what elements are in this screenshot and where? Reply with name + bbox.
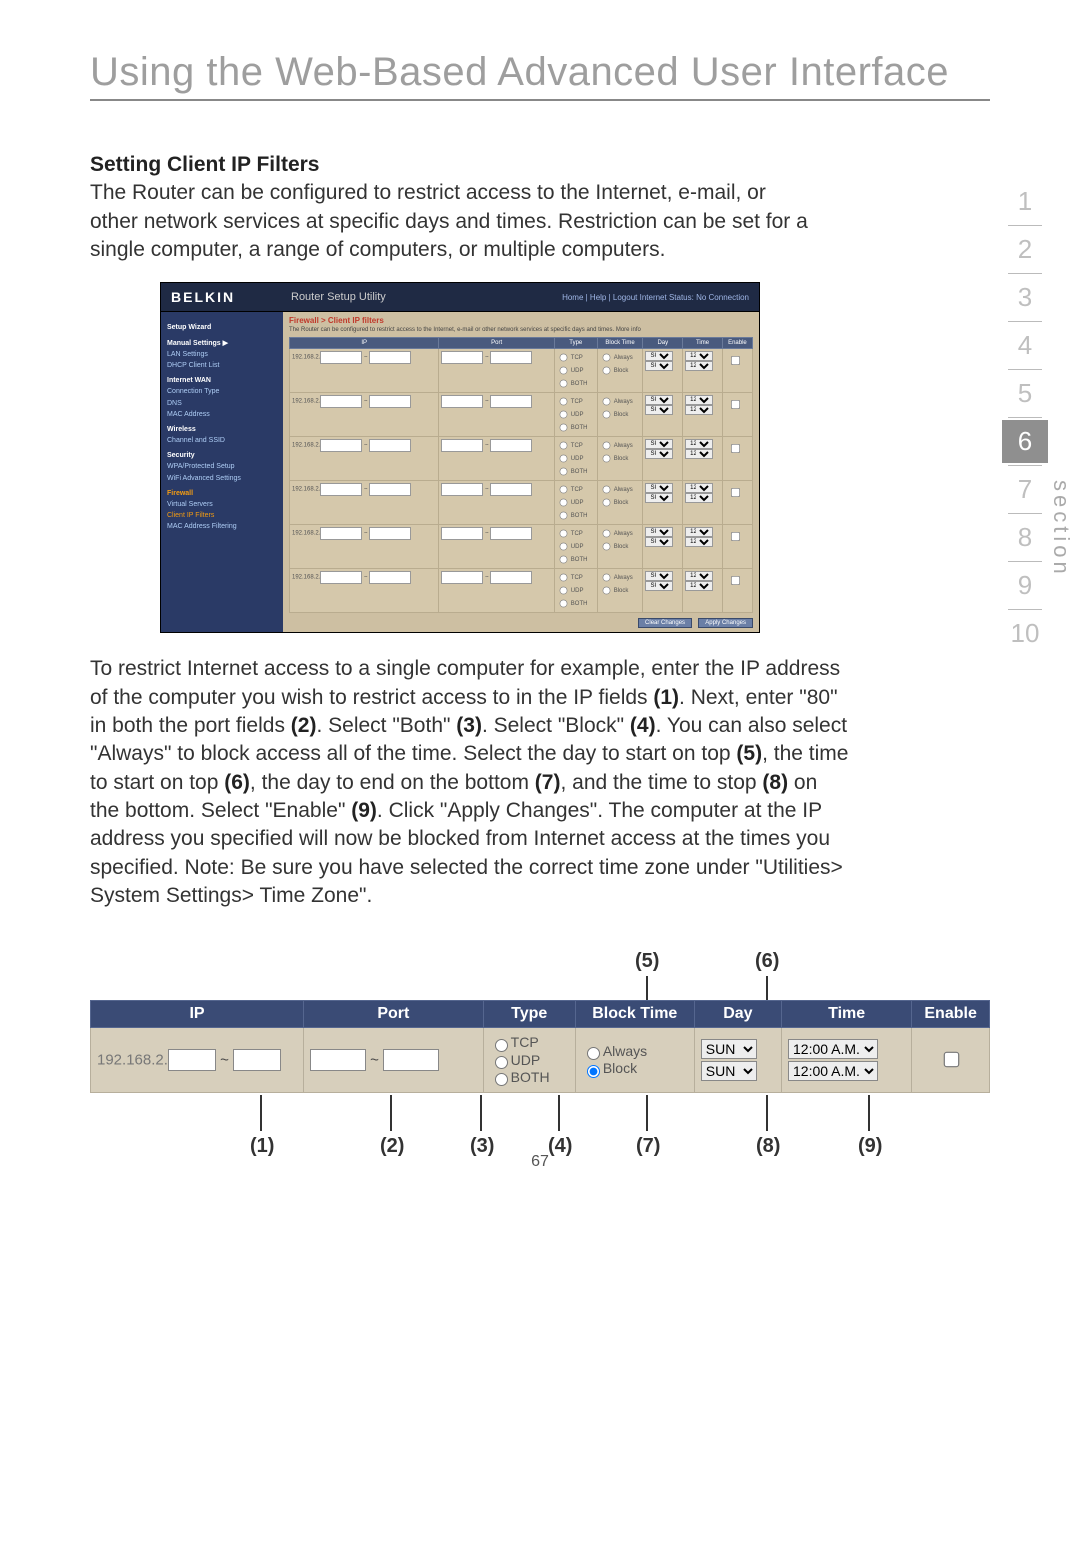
section-label: section	[1048, 480, 1074, 578]
callout-5: (5)	[635, 950, 659, 973]
brand-logo: BELKIN	[171, 289, 271, 305]
intro-text: The Router can be configured to restrict…	[90, 181, 808, 261]
nav-8[interactable]: 8	[1002, 516, 1048, 559]
breadcrumb: Firewall > Client IP filters	[289, 316, 753, 325]
screenshot-desc: The Router can be configured to restrict…	[289, 327, 753, 333]
nav-6[interactable]: 6	[1002, 420, 1048, 463]
nav-10[interactable]: 10	[1002, 612, 1048, 655]
top-links: Home | Help | Logout Internet Status: No…	[562, 293, 749, 302]
ip-start-input[interactable]	[168, 1049, 216, 1071]
apply-changes-button[interactable]: Apply Changes	[698, 618, 753, 628]
callout-9: (9)	[858, 1135, 882, 1158]
section-heading: Setting Client IP Filters	[90, 153, 319, 176]
port-start-input[interactable]	[310, 1049, 366, 1071]
time-end-select[interactable]: 12:00 A.M.	[788, 1061, 878, 1081]
type-both-radio[interactable]: BOTH	[490, 1069, 569, 1086]
block-block-radio[interactable]: Block	[582, 1060, 688, 1077]
callout-6: (6)	[755, 950, 779, 973]
nav-2[interactable]: 2	[1002, 228, 1048, 271]
instructions-text: To restrict Internet access to a single …	[90, 655, 850, 910]
day-start-select[interactable]: SUN	[701, 1039, 757, 1059]
sidebar: Setup Wizard Manual Settings ▶ LAN Setti…	[161, 312, 283, 632]
callout-2: (2)	[380, 1135, 404, 1158]
section-nav: 1 2 3 4 5 6 7 8 9 10	[1002, 180, 1048, 655]
enlarged-row: (5) (6) IP Port Type Block Time Day Time…	[90, 950, 990, 1165]
time-start-select[interactable]: 12:00 A.M.	[788, 1039, 878, 1059]
callouts-top: (5) (6)	[90, 950, 990, 1000]
clear-changes-button[interactable]: Clear Changes	[638, 618, 692, 628]
callout-7: (7)	[636, 1135, 660, 1158]
nav-3[interactable]: 3	[1002, 276, 1048, 319]
nav-4[interactable]: 4	[1002, 324, 1048, 367]
ip-prefix: 192.168.2.	[97, 1052, 168, 1069]
filter-table-mini: IPPortTypeBlock TimeDayTimeEnable 192.16…	[289, 337, 753, 613]
callout-3: (3)	[470, 1135, 494, 1158]
title-rule	[90, 99, 990, 101]
router-screenshot: BELKIN Router Setup Utility Home | Help …	[160, 282, 760, 633]
filter-row-enlarged: IP Port Type Block Time Day Time Enable …	[90, 1000, 990, 1093]
page-number: 67	[531, 1153, 549, 1171]
callout-8: (8)	[756, 1135, 780, 1158]
block-always-radio[interactable]: Always	[582, 1043, 688, 1060]
utility-title: Router Setup Utility	[291, 291, 562, 303]
type-udp-radio[interactable]: UDP	[490, 1052, 569, 1069]
day-end-select[interactable]: SUN	[701, 1061, 757, 1081]
page-title: Using the Web-Based Advanced User Interf…	[90, 50, 990, 95]
port-end-input[interactable]	[383, 1049, 439, 1071]
type-tcp-radio[interactable]: TCP	[490, 1034, 569, 1051]
ip-end-input[interactable]	[233, 1049, 281, 1071]
nav-5[interactable]: 5	[1002, 372, 1048, 415]
callout-1: (1)	[250, 1135, 274, 1158]
nav-1[interactable]: 1	[1002, 180, 1048, 223]
intro-block: Setting Client IP Filters The Router can…	[90, 151, 810, 264]
nav-9[interactable]: 9	[1002, 564, 1048, 607]
enable-checkbox[interactable]	[943, 1052, 959, 1068]
nav-7[interactable]: 7	[1002, 468, 1048, 511]
callout-4: (4)	[548, 1135, 572, 1158]
